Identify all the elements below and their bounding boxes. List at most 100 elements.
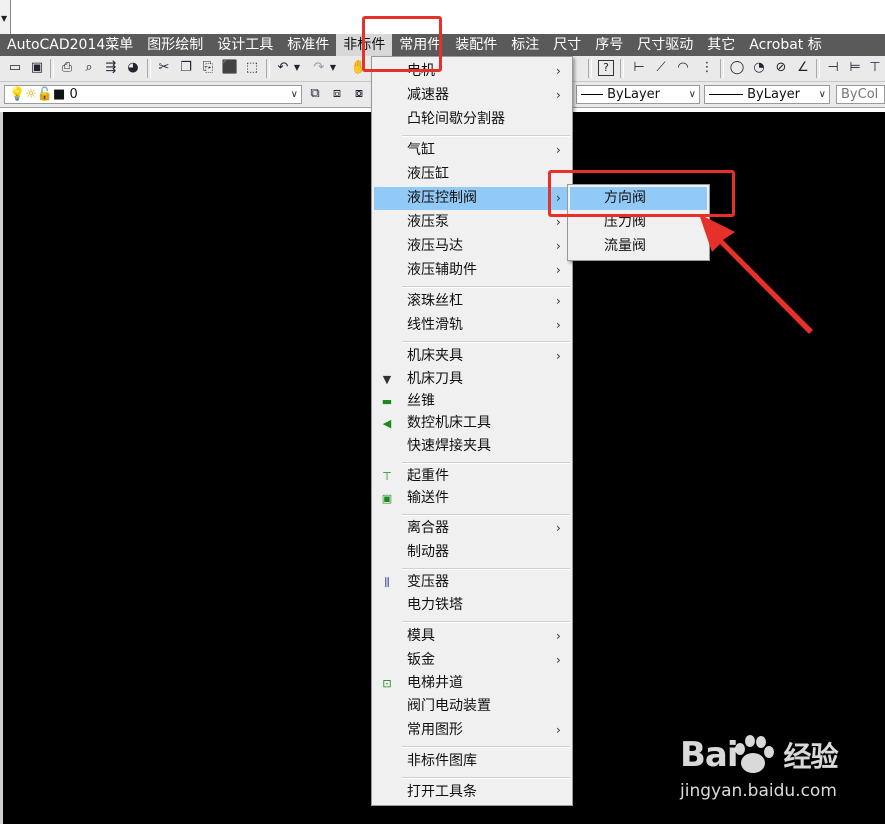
- print-preview-icon[interactable]: ⌕: [80, 59, 98, 77]
- menu-separator: [402, 341, 570, 343]
- menu-item-label: 机床夹具: [407, 348, 463, 364]
- menu-item-label: 快速焊接夹具: [407, 438, 491, 454]
- menu-separator: [402, 514, 570, 516]
- quick-dimension-icon[interactable]: ⊣: [824, 59, 842, 77]
- menu-item[interactable]: 钣金 ›: [374, 649, 570, 672]
- menu-item[interactable]: 制动器: [374, 541, 570, 564]
- plotstyle-combo[interactable]: ByCol: [836, 85, 885, 104]
- menu-item[interactable]: ▣ 输送件: [374, 487, 570, 510]
- layer-value: 0: [69, 87, 78, 102]
- block-editor-icon[interactable]: ⬚: [243, 59, 261, 77]
- publish-icon[interactable]: ⇶: [102, 59, 120, 77]
- lineweight-combo[interactable]: ByLayer ∨: [704, 85, 830, 104]
- menubar-item[interactable]: AutoCAD2014菜单: [0, 34, 140, 56]
- menu-item[interactable]: 液压控制阀 ›: [374, 187, 570, 210]
- chevron-down-icon: ▼: [1, 14, 8, 23]
- continue-dimension-icon[interactable]: ⊤: [866, 59, 884, 77]
- menu-item[interactable]: 常用图形 ›: [374, 719, 570, 742]
- menubar-item[interactable]: 图形绘制: [140, 34, 210, 56]
- redo-dropdown-icon[interactable]: ▼: [328, 59, 338, 77]
- chevron-right-icon: ›: [556, 629, 561, 643]
- linetype-value: ByLayer: [607, 87, 660, 102]
- undo-icon[interactable]: ↶: [274, 59, 292, 77]
- menu-item[interactable]: 液压辅助件 ›: [374, 259, 570, 282]
- menu-item[interactable]: 减速器 ›: [374, 84, 570, 107]
- aligned-dimension-icon[interactable]: ⟋: [652, 59, 670, 77]
- toolbar-separator: [50, 59, 54, 78]
- menu-item[interactable]: ⊡ 电梯井道: [374, 672, 570, 695]
- menu-item-label: 机床刀具: [407, 371, 463, 387]
- menu-item[interactable]: 液压缸: [374, 163, 570, 186]
- cnc-tool-icon: ◀: [382, 417, 392, 430]
- save-icon[interactable]: ▣: [28, 59, 46, 77]
- menu-item[interactable]: ▬ 丝锥: [374, 390, 570, 413]
- menu-item[interactable]: ◀ 数控机床工具: [374, 412, 570, 435]
- menu-item-label: 非标件图库: [407, 753, 477, 769]
- menu-item-label: 液压马达: [407, 238, 463, 254]
- watermark-url: jingyan.baidu.com: [680, 781, 837, 801]
- menubar-item[interactable]: 尺寸: [546, 34, 588, 56]
- menu-item[interactable]: 非标件图库: [374, 750, 570, 773]
- menu-separator: [402, 462, 570, 464]
- copy-icon[interactable]: ❐: [177, 59, 195, 77]
- menu-item-label: 线性滑轨: [407, 317, 463, 333]
- linetype-combo[interactable]: ByLayer ∨: [576, 85, 700, 104]
- menubar-item[interactable]: 标准件: [280, 34, 336, 56]
- submenu-item[interactable]: 流量阀: [570, 235, 707, 258]
- layer-previous-icon[interactable]: ⧈: [328, 85, 346, 103]
- ordinate-dimension-icon[interactable]: ⋮: [698, 59, 716, 77]
- help-icon[interactable]: ?: [598, 60, 614, 76]
- undo-dropdown-icon[interactable]: ▼: [292, 59, 302, 77]
- linear-dimension-icon[interactable]: ⊢: [630, 59, 648, 77]
- menu-item[interactable]: ▼ 机床刀具: [374, 368, 570, 391]
- chevron-right-icon: ›: [556, 521, 561, 535]
- menubar-item[interactable]: Acrobat 标: [742, 34, 828, 56]
- chevron-right-icon: ›: [556, 723, 561, 737]
- match-properties-icon[interactable]: ⬛: [221, 59, 239, 77]
- new-file-icon[interactable]: ▭: [6, 59, 24, 77]
- quick-access-dropdown[interactable]: ▼: [0, 0, 11, 34]
- plotstyle-value: ByCol: [841, 87, 879, 102]
- menu-item[interactable]: 气缸 ›: [374, 139, 570, 162]
- menu-item[interactable]: 电力铁塔: [374, 594, 570, 617]
- menu-item[interactable]: 模具 ›: [374, 625, 570, 648]
- menu-item[interactable]: 快速焊接夹具: [374, 435, 570, 458]
- chevron-right-icon: ›: [556, 294, 561, 308]
- menu-item[interactable]: 液压泵 ›: [374, 211, 570, 234]
- menu-item-label: 变压器: [407, 574, 449, 590]
- menubar-item[interactable]: 标注: [504, 34, 546, 56]
- menu-item[interactable]: 液压马达 ›: [374, 235, 570, 258]
- cut-icon[interactable]: ✂: [155, 59, 173, 77]
- baseline-dimension-icon[interactable]: ⊨: [846, 59, 864, 77]
- render-icon[interactable]: ◕: [124, 59, 142, 77]
- menu-separator: [402, 746, 570, 748]
- menubar-item[interactable]: 其它: [700, 34, 742, 56]
- menu-item[interactable]: 离合器 ›: [374, 517, 570, 540]
- radius-dimension-icon[interactable]: ◯: [728, 59, 746, 77]
- menubar-item[interactable]: 尺寸驱动: [630, 34, 700, 56]
- menu-item[interactable]: 阀门电动装置: [374, 695, 570, 718]
- paste-icon[interactable]: ⎘: [199, 59, 217, 77]
- menu-item[interactable]: 打开工具条: [374, 781, 570, 804]
- menu-item[interactable]: 机床夹具 ›: [374, 345, 570, 368]
- menu-item-label: 常用图形: [407, 722, 463, 738]
- print-icon[interactable]: ⎙: [58, 59, 76, 77]
- layer-properties-icon[interactable]: ⧇: [350, 85, 368, 103]
- menu-item[interactable]: 线性滑轨 ›: [374, 314, 570, 337]
- arc-length-icon[interactable]: ◠: [674, 59, 692, 77]
- menu-separator: [402, 135, 570, 137]
- menu-item[interactable]: 滚珠丝杠 ›: [374, 290, 570, 313]
- menubar-item[interactable]: 序号: [588, 34, 630, 56]
- lineweight-value: ByLayer: [747, 87, 800, 102]
- layer-state-icon[interactable]: ⧉: [306, 85, 324, 103]
- layer-combo[interactable]: 💡☼🔓■ 0 ∨: [4, 85, 302, 104]
- redo-icon[interactable]: ↷: [310, 59, 328, 77]
- menubar-item[interactable]: 装配件: [448, 34, 504, 56]
- diameter-dimension-icon[interactable]: ⊘: [772, 59, 790, 77]
- menu-item[interactable]: ⫼ 变压器: [374, 571, 570, 594]
- jogged-dimension-icon[interactable]: ◔: [750, 59, 768, 77]
- angular-dimension-icon[interactable]: ∠: [794, 59, 812, 77]
- menu-item[interactable]: ⊤ 起重件: [374, 465, 570, 488]
- menubar-item[interactable]: 设计工具: [210, 34, 280, 56]
- menu-item[interactable]: 凸轮间歇分割器: [374, 108, 570, 131]
